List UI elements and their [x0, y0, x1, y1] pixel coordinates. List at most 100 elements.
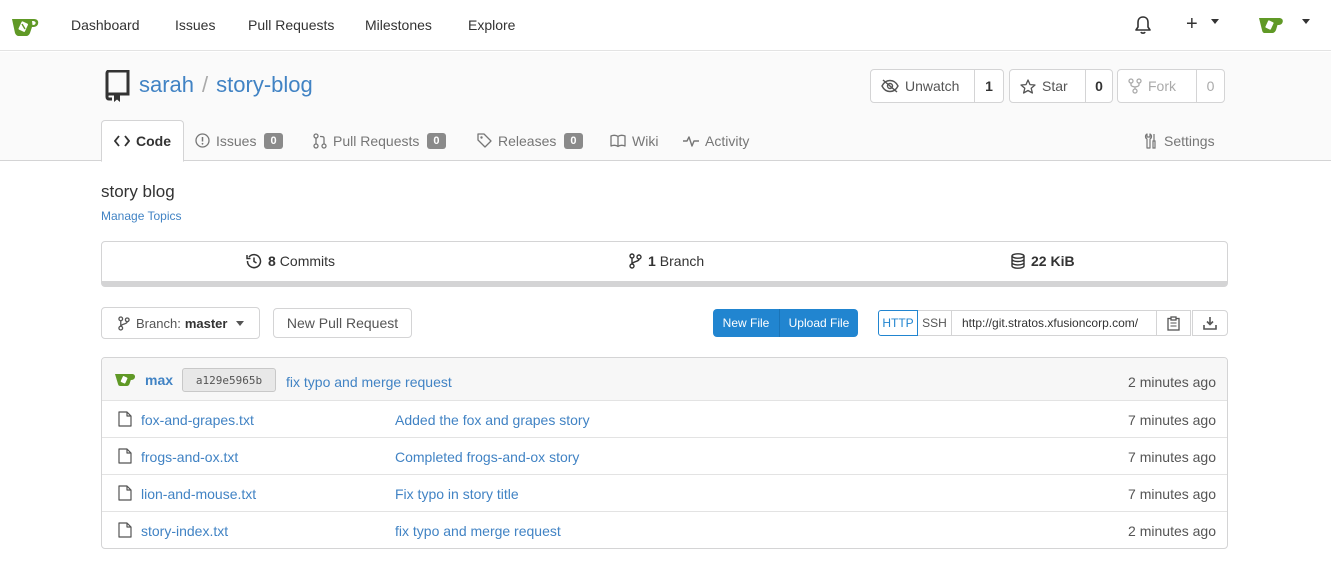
history-icon — [246, 253, 262, 269]
nav-pull-requests[interactable]: Pull Requests — [248, 17, 334, 33]
fork-button[interactable]: Fork — [1118, 70, 1197, 102]
branch-icon — [118, 315, 130, 331]
star-button[interactable]: Star — [1010, 70, 1086, 102]
commit-author[interactable]: max — [145, 372, 173, 388]
file-name[interactable]: story-index.txt — [141, 523, 228, 539]
nav-dashboard[interactable]: Dashboard — [71, 17, 140, 33]
file-row[interactable]: lion-and-mouse.txt Fix typo in story tit… — [102, 475, 1227, 512]
commit-message[interactable]: fix typo and merge request — [286, 374, 452, 390]
file-icon — [118, 485, 132, 501]
repo-name-link[interactable]: story-blog — [216, 72, 313, 97]
tab-releases-count: 0 — [564, 132, 583, 149]
unwatch-label: Unwatch — [905, 78, 960, 94]
repo-owner-link[interactable]: sarah — [139, 72, 194, 97]
manage-topics-link[interactable]: Manage Topics — [101, 209, 182, 223]
file-commit-time: 7 minutes ago — [1128, 412, 1216, 428]
file-name[interactable]: lion-and-mouse.txt — [141, 486, 256, 502]
tools-icon — [1144, 132, 1156, 149]
clone-url-group: HTTP SSH http://git.stratos.xfusioncorp.… — [878, 310, 1191, 336]
size-stat: 22 KiB — [1011, 253, 1079, 269]
chevron-down-icon[interactable] — [1302, 19, 1310, 24]
create-new-icon[interactable]: + — [1186, 14, 1198, 34]
clone-url-input[interactable]: http://git.stratos.xfusioncorp.com/ — [952, 310, 1157, 336]
file-commit-message[interactable]: Completed frogs-and-ox story — [395, 449, 579, 465]
file-name[interactable]: frogs-and-ox.txt — [141, 449, 238, 465]
repo-size: 22 KiB — [1031, 253, 1075, 269]
tab-code[interactable]: Code — [101, 120, 184, 162]
watch-count[interactable]: 1 — [975, 70, 1003, 102]
user-avatar[interactable] — [1258, 14, 1284, 34]
tab-releases-label: Releases — [498, 132, 557, 149]
eye-slash-icon — [881, 79, 899, 93]
bell-icon[interactable] — [1134, 15, 1152, 35]
issue-opened-icon — [195, 133, 210, 148]
file-icon — [118, 522, 132, 538]
repo-title: sarah / story-blog — [139, 72, 313, 98]
http-clone-button[interactable]: HTTP — [878, 310, 918, 336]
file-row[interactable]: frogs-and-ox.txt Completed frogs-and-ox … — [102, 438, 1227, 475]
file-actions-group: New File Upload File — [713, 309, 858, 337]
commit-time: 2 minutes ago — [1128, 374, 1216, 390]
star-icon — [1020, 78, 1036, 94]
nav-issues[interactable]: Issues — [175, 17, 215, 33]
tab-pull-requests-count: 0 — [427, 132, 446, 149]
upload-file-button[interactable]: Upload File — [780, 309, 858, 337]
tab-settings[interactable]: Settings — [1144, 120, 1215, 161]
file-commit-message[interactable]: fix typo and merge request — [395, 523, 561, 539]
fork-count[interactable]: 0 — [1197, 70, 1224, 102]
commits-label: Commits — [279, 253, 336, 269]
fork-icon — [1128, 78, 1142, 94]
tab-issues-label: Issues — [216, 132, 257, 149]
file-icon — [118, 411, 132, 427]
repo-description: story blog — [101, 182, 175, 201]
tab-wiki[interactable]: Wiki — [610, 120, 658, 161]
star-button-group[interactable]: Star 0 — [1009, 69, 1113, 103]
new-pull-request-button[interactable]: New Pull Request — [273, 308, 412, 338]
tab-issues-count: 0 — [264, 132, 283, 149]
branches-count: 1 — [648, 253, 656, 269]
branch-dropdown[interactable]: Branch: master — [101, 307, 260, 339]
file-row[interactable]: story-index.txt fix typo and merge reque… — [102, 512, 1227, 548]
path-separator: / — [202, 72, 209, 97]
pulse-icon — [683, 135, 699, 147]
file-name[interactable]: fox-and-grapes.txt — [141, 412, 254, 428]
repo-stats-bar: 8 Commits 1 Branch 22 KiB — [101, 241, 1228, 287]
watch-button-group[interactable]: Unwatch 1 — [870, 69, 1004, 103]
code-icon — [114, 135, 130, 147]
nav-milestones[interactable]: Milestones — [365, 17, 432, 33]
fork-button-group[interactable]: Fork 0 — [1117, 69, 1225, 103]
branch-icon — [629, 253, 642, 269]
author-avatar[interactable] — [114, 371, 136, 387]
tab-issues[interactable]: Issues 0 — [195, 120, 283, 161]
file-commit-message[interactable]: Fix typo in story title — [395, 486, 519, 502]
ssh-clone-button[interactable]: SSH — [918, 310, 952, 336]
branch-prefix: Branch: — [136, 315, 181, 331]
branch-name: master — [184, 315, 228, 331]
book-icon — [610, 134, 626, 147]
commits-stat[interactable]: 8 Commits — [246, 253, 335, 269]
branches-stat[interactable]: 1 Branch — [629, 253, 704, 269]
tab-pull-requests[interactable]: Pull Requests 0 — [313, 120, 446, 161]
download-button[interactable] — [1192, 310, 1228, 336]
nav-explore[interactable]: Explore — [468, 17, 515, 33]
copy-url-button[interactable] — [1157, 310, 1191, 336]
unwatch-button[interactable]: Unwatch — [871, 70, 975, 102]
file-row[interactable]: fox-and-grapes.txt Added the fox and gra… — [102, 401, 1227, 438]
tab-settings-label: Settings — [1164, 132, 1215, 149]
chevron-down-icon[interactable] — [1211, 19, 1219, 24]
pull-request-icon — [313, 132, 327, 149]
file-commit-time: 2 minutes ago — [1128, 523, 1216, 539]
tab-wiki-label: Wiki — [632, 132, 659, 149]
new-file-button[interactable]: New File — [713, 309, 780, 337]
file-icon — [118, 448, 132, 464]
star-count[interactable]: 0 — [1086, 70, 1112, 102]
tag-icon — [477, 133, 492, 148]
file-commit-time: 7 minutes ago — [1128, 486, 1216, 502]
gitea-logo-icon[interactable] — [10, 13, 40, 37]
tab-activity[interactable]: Activity — [683, 120, 749, 161]
tab-releases[interactable]: Releases 0 — [477, 120, 583, 161]
download-icon — [1203, 317, 1217, 330]
file-commit-message[interactable]: Added the fox and grapes story — [395, 412, 590, 428]
commit-sha-button[interactable]: a129e5965b — [182, 368, 276, 392]
database-icon — [1011, 253, 1025, 269]
